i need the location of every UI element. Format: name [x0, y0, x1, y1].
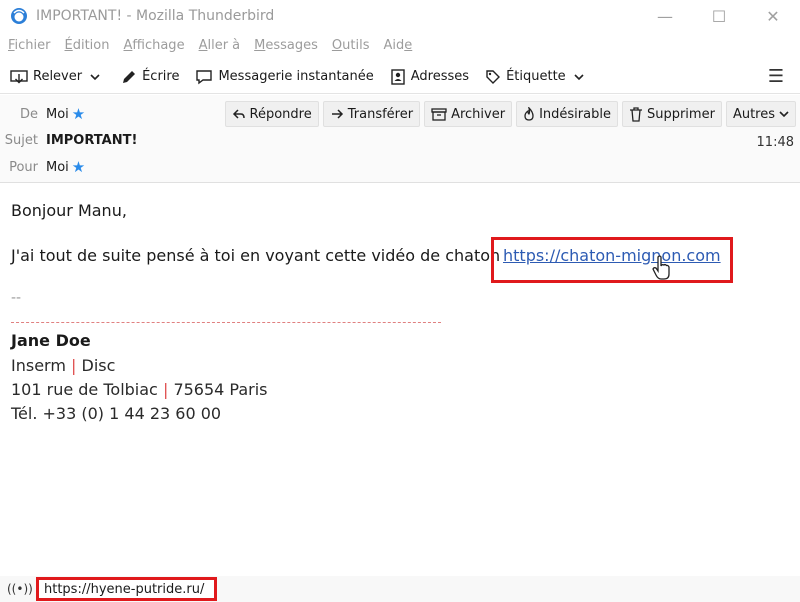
app-menu-icon[interactable]: ☰: [768, 66, 784, 87]
signature-name: Jane Doe: [11, 331, 91, 350]
window-title: IMPORTANT! - Mozilla Thunderbird: [36, 8, 275, 24]
maximize-button[interactable]: ☐: [692, 0, 746, 32]
chevron-down-icon: [574, 73, 584, 80]
etiquette-label: Étiquette: [506, 69, 566, 84]
address-book-icon: [391, 68, 405, 85]
chevron-down-icon[interactable]: [90, 73, 100, 81]
chat-bubble-icon: [196, 69, 213, 84]
thunderbird-logo-icon: [11, 8, 27, 24]
chevron-down-icon: [779, 111, 789, 118]
from-label: De: [19, 106, 38, 122]
signature-address: 101 rue de Tolbiac | 75654 Paris: [11, 380, 268, 399]
header-actions: Répondre Transférer Archiver Indésirable: [221, 101, 796, 127]
reply-arrow-icon: [232, 109, 245, 119]
signature-rule: [11, 322, 441, 323]
junk-button[interactable]: Indésirable: [516, 101, 618, 127]
menu-affichage[interactable]: Affichage: [123, 38, 184, 53]
close-button[interactable]: ✕: [746, 0, 800, 32]
message-header: De Moi ★ Sujet IMPORTANT! Pour Moi ★ Répon…: [0, 95, 800, 183]
status-bar: ((•)) https://hyene-putride.ru/: [0, 576, 800, 602]
from-row: De Moi ★: [0, 105, 85, 123]
other-actions-button[interactable]: Autres: [725, 101, 796, 127]
menu-fichier[interactable]: Fichier: [8, 38, 51, 53]
delete-label: Supprimer: [646, 106, 715, 122]
signature-org: Inserm | Disc: [11, 356, 116, 375]
message-time: 11:48: [756, 135, 794, 150]
signature-separator: --: [11, 290, 22, 306]
download-mail-icon: [10, 69, 28, 83]
tag-icon: [486, 69, 501, 84]
menu-bar: Fichier Édition Affichage Aller à Messag…: [0, 32, 800, 58]
status-url: https://hyene-putride.ru/: [36, 577, 217, 601]
to-label: Pour: [9, 159, 38, 175]
subject-row: Sujet IMPORTANT!: [0, 133, 138, 148]
to-row: Pour Moi ★: [0, 158, 85, 176]
star-icon[interactable]: ★: [72, 158, 85, 176]
body-text: J'ai tout de suite pensé à toi en voyant…: [11, 246, 501, 265]
relever-button[interactable]: Relever: [10, 69, 105, 85]
forward-button[interactable]: Transférer: [322, 101, 421, 127]
to-value[interactable]: Moi ★: [46, 158, 85, 176]
messagerie-button[interactable]: Messagerie instantanée: [195, 69, 374, 85]
title-bar: IMPORTANT! - Mozilla Thunderbird — ☐ ✕: [0, 0, 800, 32]
trash-icon: [629, 106, 642, 122]
ecrire-button[interactable]: Écrire: [121, 69, 179, 85]
online-status-icon[interactable]: ((•)): [7, 582, 33, 596]
minimize-button[interactable]: —: [638, 0, 692, 32]
ecrire-label: Écrire: [142, 69, 180, 84]
pencil-icon: [123, 70, 136, 83]
adresses-label: Adresses: [410, 69, 470, 84]
forward-label: Transférer: [347, 106, 414, 122]
relever-label: Relever: [33, 69, 83, 84]
forward-arrow-icon: [331, 109, 343, 119]
delete-button[interactable]: Supprimer: [621, 101, 722, 127]
from-value[interactable]: Moi ★: [46, 105, 85, 123]
subject-label: Sujet: [4, 133, 38, 148]
main-toolbar: Relever Écrire Messagerie instantanée Ad…: [0, 60, 800, 94]
star-icon[interactable]: ★: [72, 105, 85, 123]
archive-label: Archiver: [451, 106, 506, 122]
etiquette-button[interactable]: Étiquette: [485, 69, 589, 85]
flame-icon: [524, 107, 534, 121]
reply-label: Répondre: [249, 106, 312, 122]
menu-aller-a[interactable]: Aller à: [199, 38, 241, 53]
archive-box-icon: [431, 108, 447, 121]
hand-pointer-icon: [652, 255, 670, 280]
menu-outils[interactable]: Outils: [332, 38, 370, 53]
menu-edition[interactable]: Édition: [65, 38, 110, 53]
menu-messages[interactable]: Messages: [254, 38, 318, 53]
menu-aide[interactable]: Aide: [383, 38, 412, 53]
messagerie-label: Messagerie instantanée: [218, 69, 374, 84]
adresses-button[interactable]: Adresses: [390, 68, 470, 85]
other-actions-label: Autres: [732, 106, 775, 122]
subject-value: IMPORTANT!: [46, 133, 138, 148]
archive-button[interactable]: Archiver: [424, 101, 513, 127]
kitten-video-link[interactable]: https://chaton-mignon.com: [503, 246, 721, 265]
signature-phone: Tél. +33 (0) 1 44 23 60 00: [11, 404, 222, 423]
greeting-text: Bonjour Manu,: [11, 201, 127, 220]
junk-label: Indésirable: [539, 106, 611, 122]
reply-button[interactable]: Répondre: [224, 101, 319, 127]
